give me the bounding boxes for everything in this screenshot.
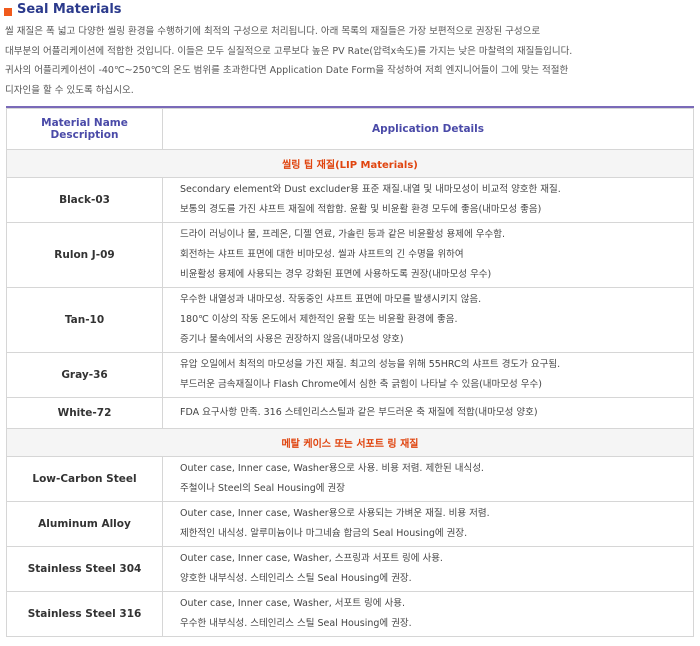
application-details: 우수한 내열성과 내마모성. 작동중인 샤프트 표면에 마모를 발생시키지 않음… [162, 287, 694, 353]
table-row: White-72 FDA 요구사항 만족. 316 스테인리스스틸과 같은 부드러… [6, 397, 694, 429]
table-row: Tan-10 우수한 내열성과 내마모성. 작동중인 샤프트 표면에 마모를 발생… [6, 287, 694, 353]
detail-line: 주철이나 Steel의 Seal Housing에 권장 [180, 483, 346, 494]
detail-line: 180℃ 이상의 작동 온도에서 제한적인 윤활 또는 비윤활 환경에 좋음. [180, 314, 458, 325]
detail-line: 회전하는 샤프트 표면에 대한 비마모성. 씰과 샤프트의 긴 수명을 위하여 [180, 249, 464, 260]
section-title: 씰링 팁 재질(LIP Materials) [6, 149, 694, 178]
table-row: Stainless Steel 304 Outer case, Inner cas… [6, 546, 694, 592]
detail-line: Secondary element와 Dust excluder용 표준 재질.… [180, 184, 561, 195]
table-row: Low-Carbon Steel Outer case, Inner case, … [6, 456, 694, 502]
table-row: Gray-36 유압 오일에서 최적의 마모성을 가진 재질. 최고의 성능을 위… [6, 352, 694, 398]
application-details: Secondary element와 Dust excluder용 표준 재질.… [162, 177, 694, 223]
section-title: 메탈 케이스 또는 서포트 링 재질 [6, 428, 694, 457]
material-name: Tan-10 [6, 287, 163, 353]
intro-line: 씰 재질은 폭 넓고 다양한 씰링 환경을 수행하기에 최적의 구성으로 처리됩… [5, 26, 541, 37]
section-header-row: 씰링 팁 재질(LIP Materials) [6, 149, 694, 178]
table-row: Stainless Steel 316 Outer case, Inner cas… [6, 591, 694, 637]
detail-line: 비윤활성 용제에 사용되는 경우 강화된 표면에 사용하도록 권장(내마모성 우… [180, 269, 492, 280]
detail-line: 우수한 내열성과 내마모성. 작동중인 샤프트 표면에 마모를 발생시키지 않음… [180, 294, 482, 305]
page-title: Seal Materials [17, 2, 122, 17]
intro-text: 씰 재질은 폭 넓고 다양한 씰링 환경을 수행하기에 최적의 구성으로 처리됩… [0, 22, 700, 106]
column-header-application: Application Details [162, 108, 694, 150]
intro-line: 디자인을 할 수 있도록 하십시오. [5, 84, 134, 96]
detail-line: 제한적인 내식성. 알루미늄이나 마그네슘 합금의 Seal Housing에 … [180, 528, 468, 539]
detail-line: 증기나 물속에서의 사용은 권장하지 않음(내마모성 양호) [180, 334, 404, 345]
table-row: Black-03 Secondary element와 Dust excluder… [6, 177, 694, 223]
application-details: Outer case, Inner case, Washer, 서포트 링에 사… [162, 591, 694, 637]
section-header-row: 메탈 케이스 또는 서포트 링 재질 [6, 428, 694, 457]
detail-line: 우수한 내부식성. 스테인리스 스틸 Seal Housing에 권장. [180, 618, 412, 629]
detail-line: 양호한 내부식성. 스테인리스 스틸 Seal Housing에 권장. [180, 573, 412, 584]
detail-line: Outer case, Inner case, Washer, 스프링과 서포트… [180, 553, 443, 564]
application-details: 드라이 러닝이나 물, 프레온, 디젤 연료, 가솔린 등과 같은 비윤활성 용… [162, 222, 694, 288]
material-name: Stainless Steel 316 [6, 591, 163, 637]
detail-line: Outer case, Inner case, Washer용으로 사용되는 가… [180, 508, 490, 519]
application-details: Outer case, Inner case, Washer용으로 사용되는 가… [162, 501, 694, 547]
detail-line: FDA 요구사항 만족. 316 스테인리스스틸과 같은 부드러운 축 재질에 … [180, 407, 538, 418]
material-name: Low-Carbon Steel [6, 456, 163, 502]
detail-line: Outer case, Inner case, Washer용으로 사용. 비용… [180, 463, 484, 474]
material-name: Aluminum Alloy [6, 501, 163, 547]
detail-line: Outer case, Inner case, Washer, 서포트 링에 사… [180, 598, 405, 609]
material-name: Stainless Steel 304 [6, 546, 163, 592]
detail-line: 유압 오일에서 최적의 마모성을 가진 재질. 최고의 성능을 위해 55HRC… [180, 359, 561, 370]
detail-line: 보통의 경도를 가진 샤프트 재질에 적합함. 윤활 및 비윤활 환경 모두에 … [180, 204, 542, 215]
detail-line: 부드러운 금속재질이나 Flash Chrome에서 심한 축 긁힘이 나타날 … [180, 379, 542, 390]
material-name: Gray-36 [6, 352, 163, 398]
detail-line: 드라이 러닝이나 물, 프레온, 디젤 연료, 가솔린 등과 같은 비윤활성 용… [180, 229, 505, 240]
table-row: Aluminum Alloy Outer case, Inner case, Wa… [6, 501, 694, 547]
application-details: Outer case, Inner case, Washer용으로 사용. 비용… [162, 456, 694, 502]
materials-table: Material Name Description Application De… [6, 108, 694, 637]
table-row: Rulon J-09 드라이 러닝이나 물, 프레온, 디젤 연료, 가솔린 등과… [6, 222, 694, 288]
column-header-material: Material Name Description [6, 108, 163, 150]
intro-line: 대부분의 어플리케이션에 적합한 것입니다. 이들은 모두 실질적으로 고루보다… [5, 45, 573, 57]
material-name: Rulon J-09 [6, 222, 163, 288]
application-details: 유압 오일에서 최적의 마모성을 가진 재질. 최고의 성능을 위해 55HRC… [162, 352, 694, 398]
application-details: FDA 요구사항 만족. 316 스테인리스스틸과 같은 부드러운 축 재질에 … [162, 397, 694, 429]
intro-line: 귀사의 어플리케이션이 -40℃~250℃의 온도 범위를 초과한다면 Appl… [5, 65, 569, 76]
application-details: Outer case, Inner case, Washer, 스프링과 서포트… [162, 546, 694, 592]
material-name: White-72 [6, 397, 163, 429]
table-header-row: Material Name Description Application De… [6, 108, 694, 150]
table-body: 씰링 팁 재질(LIP Materials) Black-03 Secondary … [6, 149, 694, 637]
material-name: Black-03 [6, 177, 163, 223]
page-header: Seal Materials [0, 0, 700, 22]
square-bullet-icon [4, 8, 12, 16]
